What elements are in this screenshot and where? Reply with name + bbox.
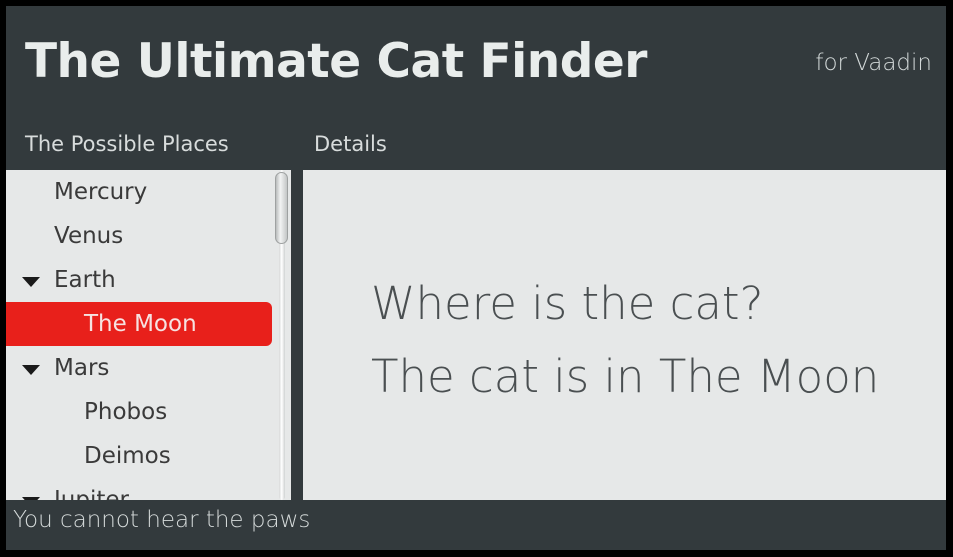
details-question: Where is the cat? (371, 277, 764, 330)
tree-scrollbar[interactable] (275, 170, 288, 500)
app-header: The Ultimate Cat Finder for Vaadin (6, 6, 946, 119)
page-title: The Ultimate Cat Finder (25, 34, 647, 89)
content-area: Mercury Venus Earth The Moon Mars Phobos Deimo… (6, 170, 946, 500)
caret-down-icon[interactable] (6, 346, 50, 390)
tree-item[interactable]: Jupiter (6, 478, 291, 500)
tree-item-label: Earth (54, 267, 116, 293)
tree-item[interactable]: Earth (6, 258, 291, 302)
status-message: You cannot hear the paws (13, 507, 311, 533)
caret-down-icon[interactable] (6, 258, 50, 302)
tab-bar: The Possible Places Details (6, 119, 946, 170)
status-bar: You cannot hear the paws (6, 500, 946, 550)
details-answer: The cat is in The Moon (371, 350, 880, 403)
tree-item[interactable]: Deimos (6, 434, 291, 478)
tree-item-label: Mercury (54, 179, 148, 205)
tree-item[interactable]: Venus (6, 214, 291, 258)
tree-item-label: Deimos (84, 443, 171, 469)
application-window: The Ultimate Cat Finder for Vaadin The P… (0, 0, 953, 557)
panel-splitter[interactable] (291, 170, 303, 500)
caret-down-icon[interactable] (6, 478, 50, 500)
places-tree-panel: Mercury Venus Earth The Moon Mars Phobos Deimo… (6, 170, 291, 500)
scrollbar-thumb[interactable] (275, 172, 288, 244)
tree-item[interactable]: Phobos (6, 390, 291, 434)
tree-item-label: The Moon (84, 311, 197, 337)
window-content: The Ultimate Cat Finder for Vaadin The P… (6, 6, 946, 550)
places-tree[interactable]: Mercury Venus Earth The Moon Mars Phobos Deimo… (6, 170, 291, 500)
tree-item-label: Venus (54, 223, 124, 249)
tab-details[interactable]: Details (314, 132, 387, 156)
tab-the-possible-places[interactable]: The Possible Places (25, 132, 229, 156)
tree-item-label: Jupiter (54, 487, 129, 500)
tree-item-label: Phobos (84, 399, 168, 425)
tree-item[interactable]: Mercury (6, 170, 291, 214)
tree-item[interactable]: The Moon (6, 302, 272, 346)
app-subtitle: for Vaadin (815, 50, 932, 76)
details-panel: Where is the cat? The cat is in The Moon (303, 170, 946, 500)
tree-item[interactable]: Mars (6, 346, 291, 390)
tree-item-label: Mars (54, 355, 110, 381)
